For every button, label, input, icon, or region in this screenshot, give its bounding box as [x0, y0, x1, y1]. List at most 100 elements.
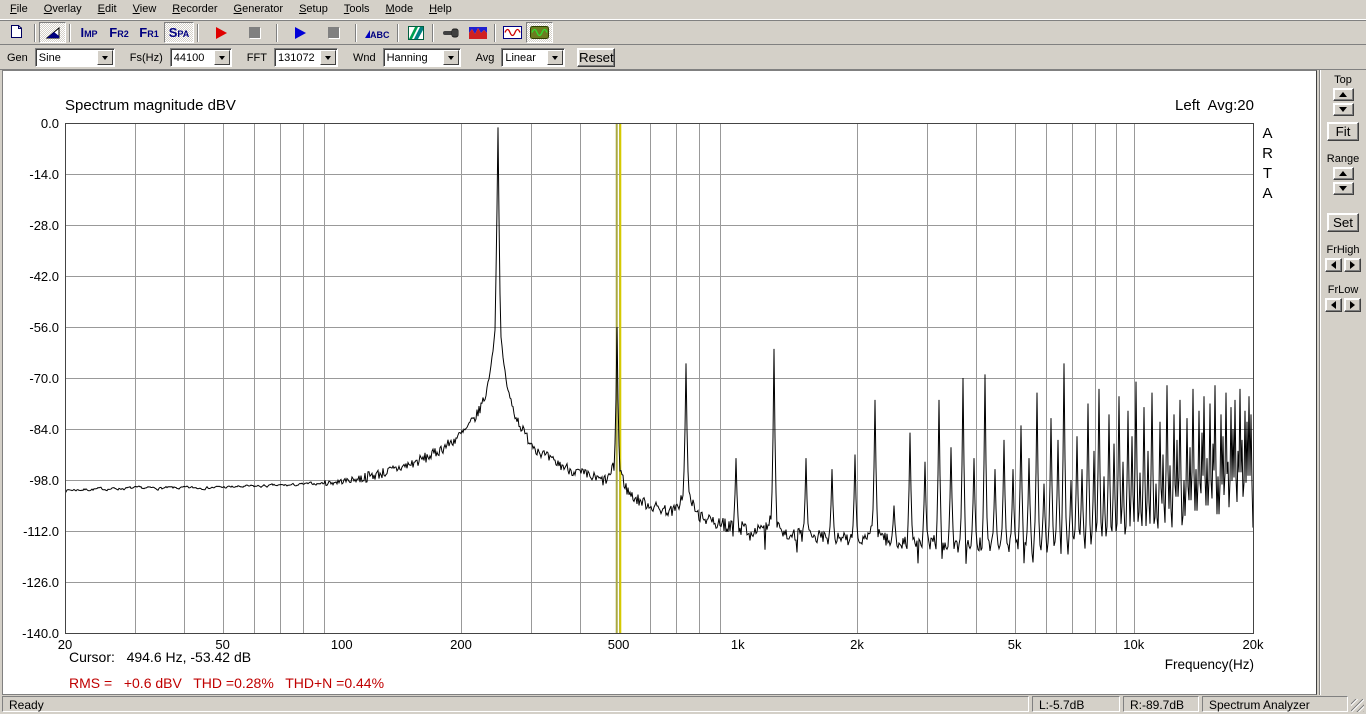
up-arrow-icon: [1339, 171, 1347, 176]
y-tick-label: -84.0: [5, 422, 59, 437]
play-stop-button[interactable]: [320, 22, 347, 43]
frlow-left-button[interactable]: [1325, 298, 1342, 312]
spectrum-plot[interactable]: [65, 123, 1254, 634]
down-arrow-icon: [1339, 186, 1347, 191]
generator-select[interactable]: Sine: [35, 48, 115, 67]
frlow-right-button[interactable]: [1344, 298, 1361, 312]
play-icon: [295, 27, 306, 39]
wnd-label: Wnd: [352, 52, 377, 64]
generator-on-icon: [530, 26, 549, 39]
fr2-mode-button[interactable]: FR2: [104, 22, 134, 43]
fft-size-select[interactable]: 131072: [274, 48, 338, 67]
menu-generator[interactable]: Generator: [226, 0, 292, 19]
reset-button[interactable]: Reset: [577, 48, 615, 67]
left-arrow-icon: [1331, 261, 1336, 269]
generator-on-button[interactable]: [526, 22, 553, 43]
toolbar-separator: [355, 24, 357, 42]
x-axis-title: Frequency(Hz): [1165, 657, 1254, 672]
spectrum-mode-button[interactable]: SPA: [164, 22, 194, 43]
chart-panel: Spectrum magnitude dBV Left Avg:20 ARTA …: [2, 70, 1317, 695]
dropdown-arrow-icon[interactable]: [320, 50, 336, 65]
play-button[interactable]: [287, 22, 314, 43]
control-bar: Gen Sine Fs(Hz) 44100 FFT 131072 Wnd Han…: [0, 46, 1366, 70]
frhigh-left-button[interactable]: [1325, 258, 1342, 272]
svg-text:ABC: ABC: [370, 30, 390, 40]
thick-pen-icon: [46, 27, 60, 39]
dropdown-arrow-icon[interactable]: [547, 50, 563, 65]
toolbar-separator: [34, 24, 36, 42]
smoothing-stripes-icon: [408, 26, 424, 40]
toolbar-separator: [197, 24, 199, 42]
spectrum-trace: [65, 127, 1253, 563]
x-tick-label: 1k: [731, 637, 745, 652]
impulse-mode-icon: IMP: [80, 25, 97, 40]
spectrum-plot-area[interactable]: [65, 123, 1254, 634]
top-down-button[interactable]: [1333, 103, 1354, 116]
impulse-mode-button[interactable]: IMP: [74, 22, 104, 43]
x-tick-label: 500: [608, 637, 630, 652]
toolbar-separator: [276, 24, 278, 42]
chart-title: Spectrum magnitude dBV: [65, 97, 236, 114]
menu-setup[interactable]: Setup: [291, 0, 336, 19]
left-level-indicator: L:-5.7dB: [1032, 696, 1120, 712]
x-tick-label: 10k: [1123, 637, 1144, 652]
fs-label: Fs(Hz): [129, 52, 164, 64]
window-select[interactable]: Hanning: [383, 48, 461, 67]
audio-device-button[interactable]: [437, 22, 464, 43]
new-file-button[interactable]: [4, 22, 31, 43]
play-stop-icon: [328, 27, 339, 38]
menu-tools[interactable]: Tools: [336, 0, 378, 19]
frhigh-right-button[interactable]: [1344, 258, 1361, 272]
samplerate-value: 44100: [171, 52, 214, 64]
record-button[interactable]: [208, 22, 235, 43]
avg-label: Avg: [475, 52, 496, 64]
status-bar: Ready L:-5.7dB R:-89.7dB Spectrum Analyz…: [0, 695, 1366, 714]
down-arrow-icon: [1339, 107, 1347, 112]
oscilloscope-button[interactable]: [499, 22, 526, 43]
menu-edit[interactable]: Edit: [90, 0, 125, 19]
right-arrow-icon: [1350, 301, 1355, 309]
signal-view-button[interactable]: [464, 22, 491, 43]
averaging-value: Linear: [502, 52, 547, 64]
calibrate-button[interactable]: ABC: [360, 22, 394, 43]
set-button[interactable]: Set: [1327, 213, 1359, 232]
menu-recorder[interactable]: Recorder: [164, 0, 225, 19]
calibrate-abc-icon: ABC: [364, 26, 390, 40]
toolbar-separator: [494, 24, 496, 42]
resize-grip[interactable]: [1351, 699, 1364, 712]
thick-pen-button[interactable]: [39, 22, 66, 43]
toolbar-separator: [397, 24, 399, 42]
x-tick-label: 2k: [850, 637, 864, 652]
mode-indicator: Spectrum Analyzer: [1202, 696, 1348, 712]
y-tick-label: -140.0: [5, 626, 59, 641]
fr1-mode-button[interactable]: FR1: [134, 22, 164, 43]
frhigh-label: FrHigh: [1326, 244, 1359, 256]
samplerate-select[interactable]: 44100: [170, 48, 232, 67]
record-stop-button[interactable]: [241, 22, 268, 43]
frlow-label: FrLow: [1328, 284, 1359, 296]
menu-overlay[interactable]: Overlay: [36, 0, 90, 19]
y-tick-label: -42.0: [5, 269, 59, 284]
left-arrow-icon: [1331, 301, 1336, 309]
menu-file[interactable]: File: [2, 0, 36, 19]
fft-size-value: 131072: [275, 52, 320, 64]
fit-button[interactable]: Fit: [1327, 122, 1359, 141]
dropdown-arrow-icon[interactable]: [97, 50, 113, 65]
range-up-button[interactable]: [1333, 167, 1354, 180]
dropdown-arrow-icon[interactable]: [214, 50, 230, 65]
toolbar-separator: [432, 24, 434, 42]
range-label: Range: [1327, 153, 1359, 165]
averaging-select[interactable]: Linear: [501, 48, 565, 67]
rms-thd-readout: RMS = +0.6 dBV THD =0.28% THD+N =0.44%: [69, 675, 384, 691]
x-tick-label: 200: [450, 637, 472, 652]
top-up-button[interactable]: [1333, 88, 1354, 101]
up-arrow-icon: [1339, 92, 1347, 97]
spectrum-mode-icon: SPA: [169, 25, 190, 40]
menu-help[interactable]: Help: [421, 0, 460, 19]
smoothing-button[interactable]: [402, 22, 429, 43]
menu-mode[interactable]: Mode: [378, 0, 422, 19]
dropdown-arrow-icon[interactable]: [443, 50, 459, 65]
channel-average-label: Left Avg:20: [1175, 97, 1254, 114]
range-down-button[interactable]: [1333, 182, 1354, 195]
menu-view[interactable]: View: [125, 0, 165, 19]
